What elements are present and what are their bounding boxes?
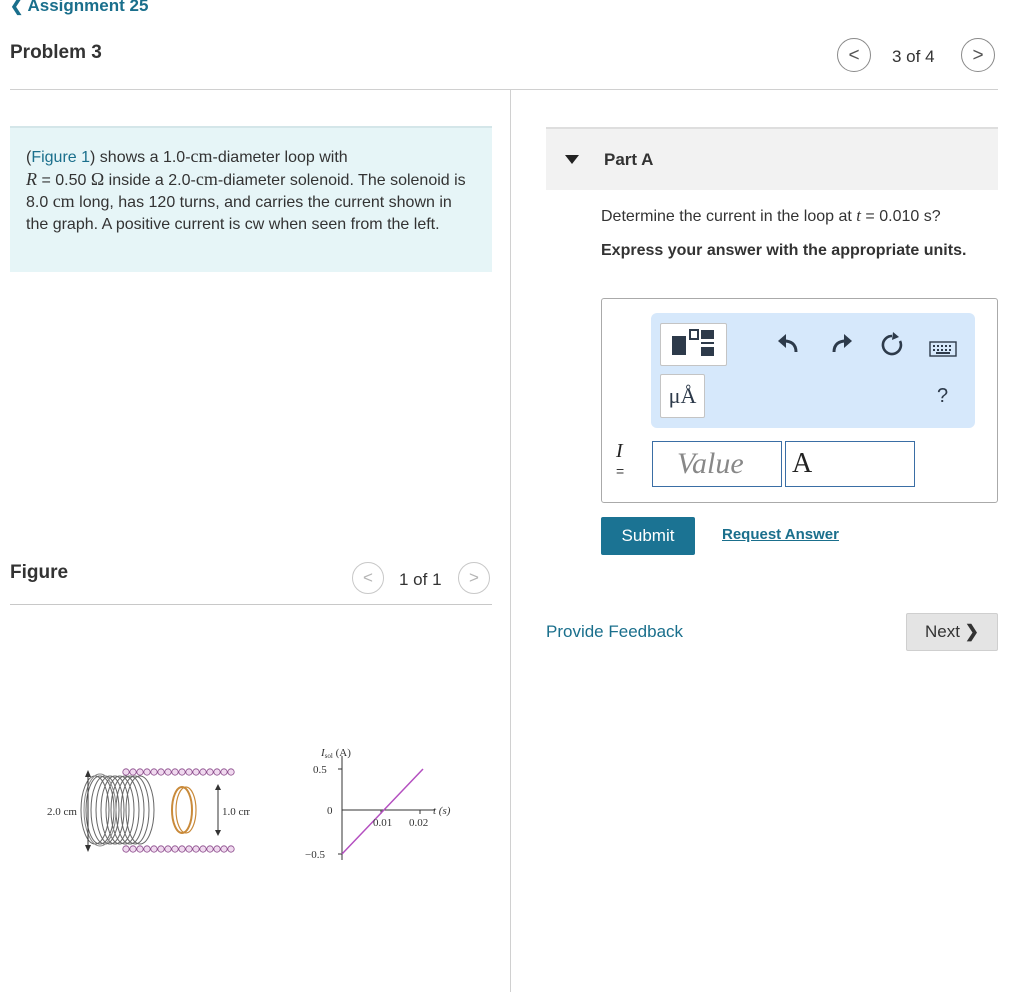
help-button[interactable]: ? [937, 385, 948, 408]
figure-label: Figure [10, 562, 69, 583]
units-label: μÅ [668, 383, 697, 408]
request-answer-link[interactable]: Request Answer [722, 526, 839, 543]
submit-button[interactable]: Submit [601, 517, 695, 555]
chevron-right-icon: > [469, 568, 479, 587]
column-divider [510, 90, 511, 992]
problem-text-2: -diameter loop with [212, 149, 348, 166]
figure-divider [10, 604, 492, 605]
graph-xlabel: t (s) [433, 805, 451, 817]
current-line [341, 768, 424, 855]
x-tick-label: 0.01 [373, 817, 392, 829]
answer-variable-label: I [616, 440, 623, 462]
chevron-right-icon: > [972, 45, 984, 66]
question-text-pre: Determine the current in the loop at [601, 208, 857, 225]
units-button[interactable]: μÅ [660, 374, 705, 418]
unit-cm-3: cm [52, 191, 75, 211]
keyboard-icon[interactable] [929, 337, 957, 357]
y-tick-label: −0.5 [305, 849, 325, 861]
figure-pager-text: 1 of 1 [399, 570, 442, 589]
previous-figure-button[interactable]: < [352, 562, 384, 594]
part-a-header[interactable]: Part A [546, 127, 998, 190]
previous-problem-button[interactable]: < [837, 38, 871, 72]
next-button-label: Next [925, 622, 960, 641]
value-input[interactable]: Value [652, 441, 782, 487]
y-tick-label: 0.5 [313, 764, 327, 776]
answer-equals-sign: = [616, 463, 625, 479]
problem-statement: (Figure 1) shows a 1.0-cm-diameter loop … [10, 126, 492, 272]
part-a-title: Part A [604, 150, 654, 169]
problem-text-6: long, has 120 turns, and carries the cur… [26, 194, 452, 233]
undo-icon[interactable] [776, 330, 802, 358]
answer-instruction: Express your answer with the appropriate… [601, 242, 967, 259]
header-divider [10, 89, 998, 90]
x-tick-label: 0.02 [409, 817, 428, 829]
provide-feedback-link[interactable]: Provide Feedback [546, 622, 683, 642]
problem-text-4: inside a 2.0- [104, 171, 196, 189]
problem-pager-text: 3 of 4 [892, 47, 935, 66]
solenoid-diameter-label: 2.0 cm [47, 806, 77, 818]
unit-cm-1: cm [190, 146, 213, 166]
reset-icon[interactable] [879, 331, 905, 359]
chevron-left-icon: < [363, 568, 373, 587]
fraction-template-icon [672, 329, 714, 356]
back-to-assignment-link[interactable]: ❮ Assignment 25 [10, 0, 148, 16]
graph-ylabel: Isol (A) [320, 747, 351, 760]
chevron-left-icon: < [848, 45, 860, 66]
problem-title: Problem 3 [10, 42, 102, 63]
figure-link[interactable]: Figure 1 [31, 149, 90, 166]
back-link-label: Assignment 25 [27, 0, 149, 15]
question-text-post: = 0.010 s? [860, 208, 941, 225]
chevron-left-icon: ❮ [10, 0, 24, 15]
chevron-right-icon: ❯ [964, 622, 979, 641]
problem-text-1: ) shows a 1.0- [90, 149, 191, 166]
y-tick-label: 0 [327, 805, 333, 817]
var-R: R [26, 168, 37, 189]
next-figure-button[interactable]: > [458, 562, 490, 594]
unit-input[interactable]: A [785, 441, 915, 487]
templates-button[interactable] [660, 323, 727, 366]
solenoid-diagram: 2.0 cm 1.0 cm [47, 768, 250, 853]
part-a-question: Determine the current in the loop at t =… [601, 206, 941, 226]
problem-text-3: = 0.50 [37, 171, 91, 189]
next-button[interactable]: Next ❯ [906, 613, 998, 651]
current-graph: Isol (A) 0.5 0 −0.5 0.01 0.02 t (s) [305, 747, 451, 861]
next-problem-button[interactable]: > [961, 38, 995, 72]
unit-cm-2: cm [195, 168, 218, 189]
unit-ohm: Ω [90, 168, 105, 189]
loop-diameter-label: 1.0 cm [222, 806, 250, 818]
collapse-triangle-icon[interactable] [565, 155, 579, 164]
redo-icon[interactable] [828, 330, 854, 358]
